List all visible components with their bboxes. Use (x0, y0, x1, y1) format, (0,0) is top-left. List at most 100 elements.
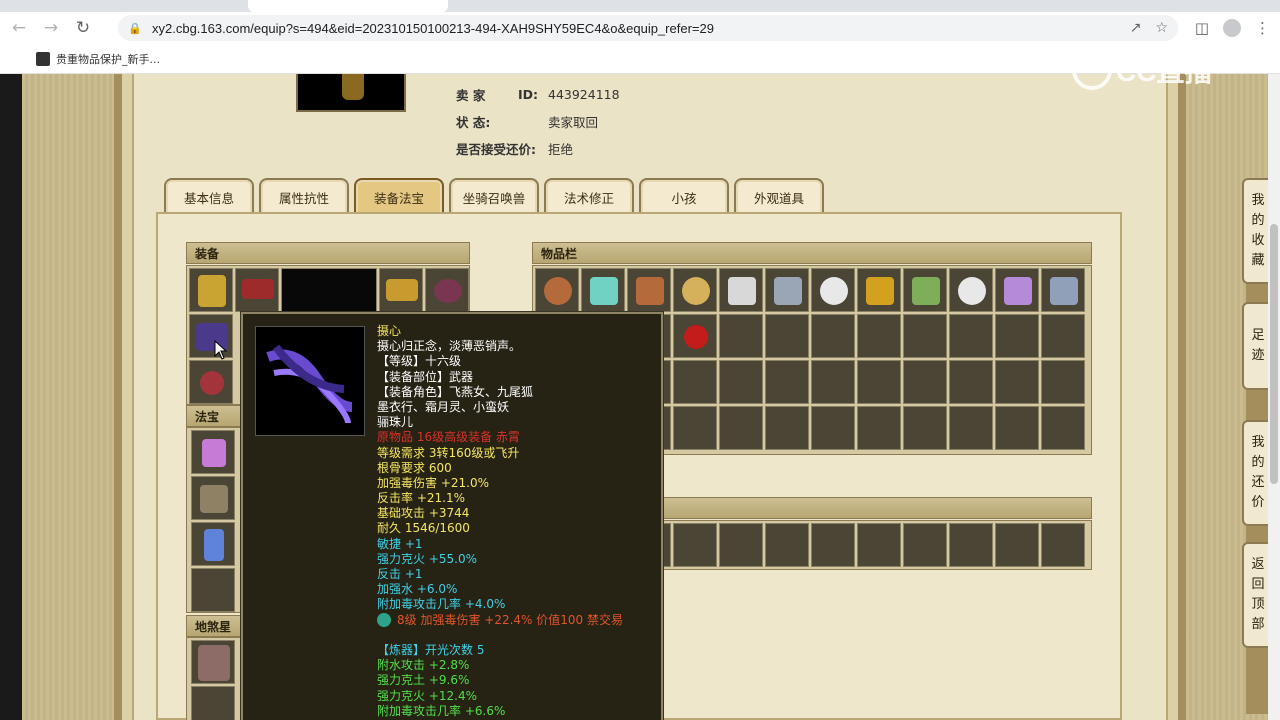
bookmark-item[interactable]: 贵重物品保护_新手... (56, 51, 160, 67)
inventory-slot[interactable] (1041, 268, 1085, 312)
storage-slot[interactable] (811, 523, 855, 567)
inventory-slot[interactable] (995, 360, 1039, 404)
share-icon[interactable]: ↗ (1130, 20, 1142, 36)
inventory-slot[interactable] (719, 406, 763, 450)
inventory-slot[interactable] (949, 406, 993, 450)
fabao-grid (186, 427, 242, 613)
inventory-slot[interactable] (765, 314, 809, 358)
tab-resistance[interactable]: 属性抗性 (259, 178, 349, 214)
side-char: 价 (1251, 495, 1265, 510)
bookmark-star-icon[interactable]: ☆ (1155, 20, 1168, 36)
inventory-slot[interactable] (903, 268, 947, 312)
side-char: 我 (1251, 193, 1265, 208)
inventory-slot[interactable] (627, 268, 671, 312)
inventory-slot[interactable] (995, 314, 1039, 358)
equip-slot-ring[interactable] (189, 360, 233, 404)
equip-slot-helmet[interactable] (379, 268, 423, 312)
tooltip-line: 强力克火 +12.4% (377, 688, 477, 703)
inventory-slot[interactable] (857, 314, 901, 358)
disha-slot-2[interactable] (191, 686, 235, 720)
storage-slot[interactable] (857, 523, 901, 567)
equip-slot-belt[interactable] (425, 268, 469, 312)
browser-active-tab[interactable] (248, 0, 448, 12)
tooltip-line: 附加毒攻击几率 +4.0% (377, 597, 506, 612)
tooltip-line: 强力克火 +55.0% (377, 551, 477, 566)
tab-basic-info[interactable]: 基本信息 (164, 178, 254, 214)
inventory-slot[interactable] (857, 360, 901, 404)
inventory-slot[interactable] (811, 268, 855, 312)
inventory-slot[interactable] (857, 268, 901, 312)
storage-slot[interactable] (673, 523, 717, 567)
reload-icon[interactable]: ↻ (70, 15, 96, 41)
equip-slot-necklace[interactable] (235, 268, 279, 312)
inventory-slot[interactable] (765, 360, 809, 404)
side-char: 回 (1251, 577, 1265, 592)
inventory-slot[interactable] (811, 360, 855, 404)
inventory-slot[interactable] (673, 360, 717, 404)
inventory-slot[interactable] (719, 360, 763, 404)
sidepanel-icon[interactable]: ◫ (1195, 19, 1209, 37)
tab-spell-correction[interactable]: 法术修正 (544, 178, 634, 214)
inventory-slot[interactable] (535, 268, 579, 312)
scrollbar-thumb[interactable] (1270, 224, 1278, 484)
inventory-slot[interactable] (765, 268, 809, 312)
side-char: 的 (1251, 455, 1265, 470)
side-char: 收 (1251, 233, 1265, 248)
fabao-slot-1[interactable] (191, 430, 235, 474)
bargain-row: 是否接受还价: 拒绝 (456, 138, 573, 158)
seller-id-value: 443924118 (548, 86, 620, 102)
inventory-slot[interactable] (903, 314, 947, 358)
inventory-item-icon (728, 277, 756, 305)
inventory-slot[interactable] (949, 314, 993, 358)
tab-mounts-pets[interactable]: 坐骑召唤兽 (449, 178, 539, 214)
address-bar[interactable]: 🔒 xy2.cbg.163.com/equip?s=494&eid=202310… (118, 15, 1178, 41)
inventory-slot[interactable] (857, 406, 901, 450)
storage-slot[interactable] (765, 523, 809, 567)
inventory-slot[interactable] (1041, 360, 1085, 404)
inventory-slot[interactable] (995, 406, 1039, 450)
inventory-slot[interactable] (1041, 314, 1085, 358)
page-scrollbar[interactable] (1268, 74, 1280, 720)
inventory-slot[interactable] (903, 406, 947, 450)
inventory-slot[interactable] (811, 406, 855, 450)
inventory-slot[interactable] (765, 406, 809, 450)
seller-id-label: ID: (518, 86, 539, 102)
seller-id-row: 卖 家 ID: 443924118 (456, 84, 620, 104)
storage-slot[interactable] (903, 523, 947, 567)
fabao-slot-4[interactable] (191, 568, 235, 612)
tooltip-line: 摄心归正念，淡薄恶销声。 (377, 339, 522, 354)
equip-slot-avatar[interactable] (281, 268, 377, 312)
inventory-slot[interactable] (811, 314, 855, 358)
inventory-slot[interactable] (719, 268, 763, 312)
storage-slot[interactable] (1041, 523, 1085, 567)
inventory-slot[interactable] (949, 360, 993, 404)
inventory-slot[interactable] (995, 268, 1039, 312)
tab-child[interactable]: 小孩 (639, 178, 729, 214)
storage-slot[interactable] (995, 523, 1039, 567)
fabao-slot-2[interactable] (191, 476, 235, 520)
inventory-slot[interactable] (903, 360, 947, 404)
forward-arrow-icon[interactable]: → (38, 15, 64, 41)
fabao-header: 法宝 (186, 405, 242, 427)
fabao-slot-3[interactable] (191, 522, 235, 566)
storage-slot[interactable] (949, 523, 993, 567)
tab-equipment[interactable]: 装备法宝 (354, 178, 444, 214)
inventory-slot[interactable] (581, 268, 625, 312)
inventory-slot[interactable] (673, 406, 717, 450)
tab-appearance[interactable]: 外观道具 (734, 178, 824, 214)
profile-avatar-icon[interactable] (1223, 19, 1241, 37)
status-row: 状 态: 卖家取回 (456, 111, 598, 131)
disha-grid (186, 637, 242, 720)
inventory-slot[interactable] (673, 268, 717, 312)
storage-slot[interactable] (719, 523, 763, 567)
url-text[interactable]: xy2.cbg.163.com/equip?s=494&eid=20231015… (152, 21, 714, 36)
menu-dots-icon[interactable]: ⋮ (1255, 19, 1270, 37)
inventory-slot[interactable] (1041, 406, 1085, 450)
equip-slot-robe[interactable] (189, 268, 233, 312)
disha-slot-1[interactable] (191, 640, 235, 684)
inventory-slot[interactable] (719, 314, 763, 358)
back-arrow-icon[interactable]: ← (6, 15, 32, 41)
inventory-slot[interactable] (949, 268, 993, 312)
browser-tabstrip (0, 0, 1280, 12)
inventory-slot[interactable] (673, 314, 717, 358)
